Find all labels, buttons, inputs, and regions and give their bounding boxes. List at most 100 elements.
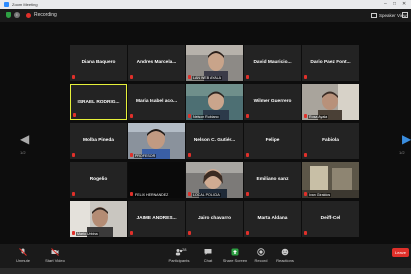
participant-tile[interactable]: Marta Aldana (244, 201, 301, 237)
start-video-button[interactable]: Start Video (42, 248, 68, 263)
previous-page-arrow[interactable]: ◀ (20, 133, 29, 145)
mic-muted-icon (19, 248, 27, 256)
participant-name: Deiff-Cel (320, 216, 341, 221)
participant-video-tile[interactable]: FELIX HERNANDEZ (128, 162, 185, 198)
participant-video-label: Nelson Rubiano (192, 115, 220, 119)
participant-video-tile[interactable]: Nelson Rubiano (186, 84, 243, 120)
participant-name: Rogelio (89, 177, 108, 182)
participant-name: Emiliano sanz (256, 177, 289, 182)
start-video-label: Start Video (45, 258, 65, 263)
smiley-icon (281, 248, 289, 256)
record-button[interactable]: Record (248, 248, 274, 263)
participant-video-tile[interactable]: PROFESOR (128, 123, 185, 159)
muted-mic-icon (73, 113, 76, 117)
reactions-button[interactable]: Reactions (272, 248, 298, 263)
muted-mic-icon (304, 192, 307, 196)
os-taskbar (0, 268, 411, 274)
participant-tile[interactable]: JAIME ANDRES... (128, 201, 185, 237)
participant-name: Wilmer Guerrero (253, 99, 292, 104)
window-title: Zoom Meeting (12, 2, 38, 7)
muted-mic-icon (130, 231, 133, 235)
participants-label: Participants (168, 258, 190, 263)
share-screen-button[interactable]: Share Screen (222, 248, 248, 263)
participant-video-tile[interactable]: Rosa Ayala (302, 84, 359, 120)
participant-video-tile[interactable]: Ivan Giraldos (302, 162, 359, 198)
participant-video-label: FELIX HERNANDEZ (134, 193, 170, 197)
muted-mic-icon (72, 153, 75, 157)
muted-mic-icon (188, 114, 191, 118)
fullscreen-icon[interactable] (402, 12, 408, 18)
page-indicator-left: 1/2 (20, 150, 26, 155)
participant-tile[interactable]: Andres Marcela... (128, 45, 185, 81)
muted-mic-icon (246, 75, 249, 79)
participant-tile[interactable]: Nelson C. Gutiér... (186, 123, 243, 159)
participant-tile[interactable]: Rogelio (70, 162, 127, 198)
unmute-button[interactable]: Unmute (10, 248, 36, 263)
participant-name: David Mauricio... (253, 60, 292, 65)
muted-mic-icon (188, 192, 191, 196)
video-off-icon (51, 248, 59, 256)
unmute-label: Unmute (15, 258, 30, 263)
participant-tile[interactable]: Emiliano sanz (244, 162, 301, 198)
participant-tile[interactable]: Molba Pineda (70, 123, 127, 159)
share-screen-label: Share Screen (222, 258, 248, 263)
muted-mic-icon (188, 75, 191, 79)
grid-view-icon (371, 12, 377, 18)
meeting-info-icon[interactable]: i (14, 12, 20, 18)
window-titlebar: Zoom Meeting – □ ✕ (0, 0, 411, 9)
participant-name: JAIME ANDRES... (136, 216, 177, 221)
page-indicator-right: 1/2 (399, 150, 405, 155)
participant-tile-active-speaker[interactable]: ISRAEL RODRIG... (70, 84, 127, 120)
chat-label: Chat (203, 258, 213, 263)
participant-video-label: Rosa Ayala (308, 115, 329, 119)
muted-mic-icon (130, 114, 133, 118)
zoom-logo-icon (4, 2, 9, 7)
share-screen-icon (231, 248, 239, 256)
participant-video-label: Mario Urbina (76, 232, 99, 236)
participants-count: 28 (182, 247, 187, 252)
participant-tile[interactable]: Felipe (244, 123, 301, 159)
muted-mic-icon (304, 114, 307, 118)
recording-label: Recording (34, 12, 57, 18)
minimize-button[interactable]: – (384, 1, 387, 8)
participant-name: Molba Pineda (83, 138, 114, 143)
muted-mic-icon (130, 153, 133, 157)
chat-bubble-icon (204, 249, 212, 255)
participant-tile[interactable]: Dario Paez Font... (302, 45, 359, 81)
chat-button[interactable]: Chat (195, 248, 221, 263)
participant-name: Marta Aldana (257, 216, 288, 221)
participant-name: Andres Marcela... (136, 60, 177, 65)
participant-name: Nelson C. Gutiér... (193, 138, 236, 143)
muted-mic-icon (304, 153, 307, 157)
participant-tile[interactable]: Wilmer Guerrero (244, 84, 301, 120)
close-button[interactable]: ✕ (402, 1, 406, 8)
participant-tile[interactable]: David Mauricio... (244, 45, 301, 81)
participant-video-label: LOCAL POLICIA (192, 193, 221, 197)
participant-tile[interactable]: Deiff-Cel (302, 201, 359, 237)
record-label: Record (254, 258, 268, 263)
muted-mic-icon (246, 114, 249, 118)
participant-video-tile[interactable]: LAN WEB AYALA (186, 45, 243, 81)
leave-meeting-button[interactable]: Leave (392, 248, 409, 257)
next-page-arrow[interactable]: ▶ (402, 133, 411, 145)
participant-tile[interactable]: Diana Baquero (70, 45, 127, 81)
recording-dot-icon (26, 13, 31, 18)
participant-video-tile[interactable]: Mario Urbina (70, 201, 127, 237)
participant-video-tile[interactable]: LOCAL POLICIA (186, 162, 243, 198)
participant-video-label: PROFESOR (134, 154, 157, 158)
participant-tile[interactable]: Fabiola (302, 123, 359, 159)
participant-video-label: Ivan Giraldos (308, 193, 332, 197)
participants-button[interactable]: Participants (166, 248, 192, 263)
muted-mic-icon (246, 231, 249, 235)
muted-mic-icon (246, 153, 249, 157)
participant-tile[interactable]: Jairo chavarro (186, 201, 243, 237)
muted-mic-icon (130, 192, 133, 196)
participant-tile[interactable]: Maria Isabel aco... (128, 84, 185, 120)
muted-mic-icon (304, 231, 307, 235)
muted-mic-icon (188, 231, 191, 235)
participant-name: Fabiola (322, 138, 339, 143)
participant-name: ISRAEL RODRIG... (77, 100, 120, 105)
security-shield-icon[interactable] (6, 12, 11, 18)
maximize-button[interactable]: □ (393, 1, 396, 8)
participant-name: Diana Baquero (81, 60, 116, 65)
